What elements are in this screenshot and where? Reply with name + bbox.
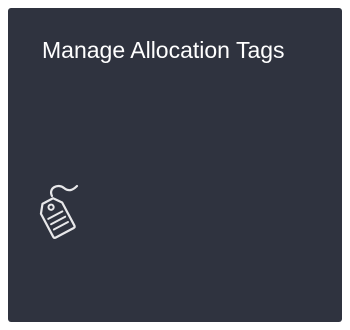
tile-title: Manage Allocation Tags: [42, 37, 285, 63]
manage-allocation-tags-tile[interactable]: Manage Allocation Tags: [8, 8, 342, 322]
tag-icon: [36, 184, 86, 240]
